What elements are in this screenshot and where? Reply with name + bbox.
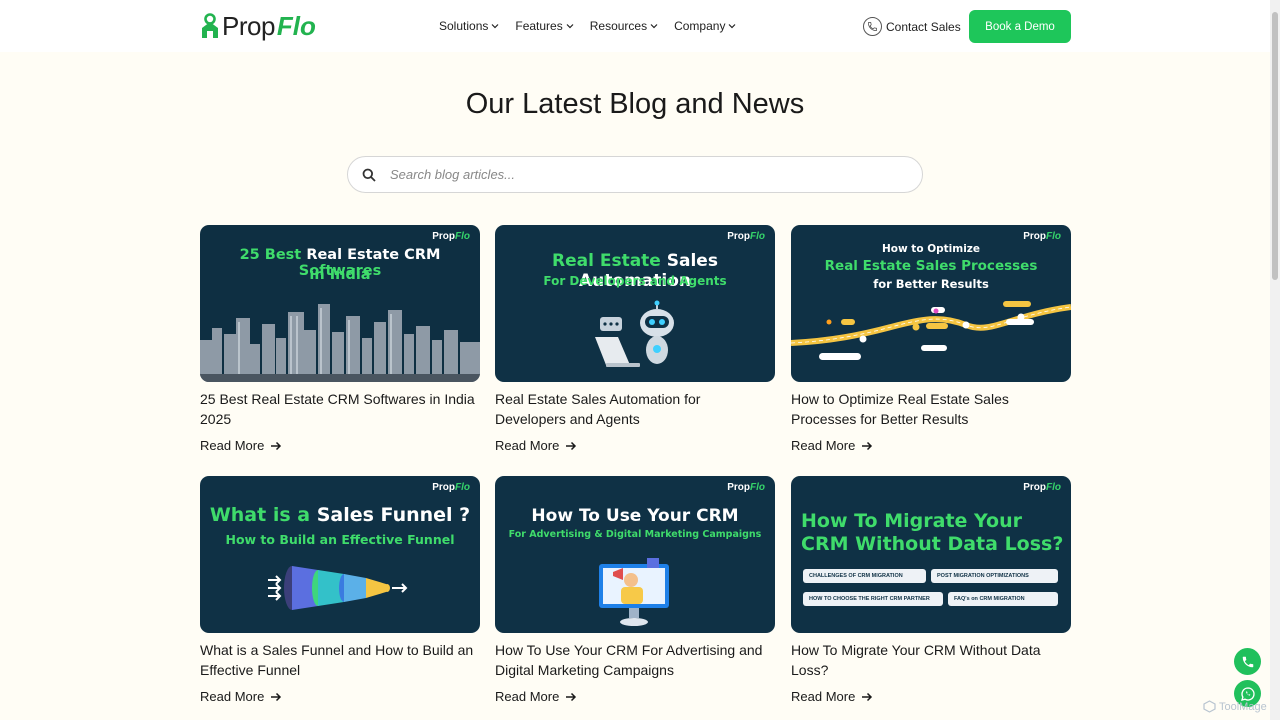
blog-thumbnail[interactable]: PropFlo How To Migrate Your CRM Without … [791, 476, 1071, 633]
blog-title[interactable]: How to Optimize Real Estate Sales Proces… [791, 389, 1071, 429]
propflo-logo[interactable]: Prop Flo [200, 10, 316, 41]
main-menu: Solutions Features Resources Company [439, 19, 736, 33]
city-skyline-illustration [200, 304, 480, 382]
contact-sales-label: Contact Sales [886, 19, 961, 34]
thumb-headline: How To Migrate Your [801, 510, 1022, 532]
call-fab-button[interactable] [1234, 648, 1261, 675]
watermark-text: ToolMage [1219, 700, 1267, 713]
read-more-link[interactable]: Read More [200, 689, 480, 704]
phone-icon [863, 17, 882, 36]
scrollbar-thumb[interactable] [1272, 12, 1278, 280]
read-more-link[interactable]: Read More [791, 438, 1071, 453]
read-more-label: Read More [200, 689, 265, 704]
menu-features[interactable]: Features [515, 19, 574, 33]
menu-resources[interactable]: Resources [590, 19, 658, 33]
read-more-link[interactable]: Read More [495, 689, 775, 704]
blog-title[interactable]: What is a Sales Funnel and How to Build … [200, 640, 480, 680]
blog-thumbnail[interactable]: PropFlo 25 Best Real Estate CRM Software… [200, 225, 480, 382]
blog-title[interactable]: 25 Best Real Estate CRM Softwares in Ind… [200, 389, 480, 429]
arrow-right-icon [566, 441, 577, 450]
thumb-subheadline: For Developers and Agents [543, 274, 727, 288]
thumb-headline-accent: Real Estate Sales Processes [824, 258, 1038, 274]
chevron-down-icon [566, 24, 574, 29]
thumb-brand-logo: PropFlo [727, 231, 765, 242]
funnel-illustration [268, 566, 408, 610]
menu-label: Features [515, 19, 563, 33]
arrow-right-icon [566, 692, 577, 701]
contact-sales-link[interactable]: Contact Sales [863, 17, 961, 36]
search-bar[interactable] [347, 156, 923, 193]
blog-card[interactable]: PropFlo 25 Best Real Estate CRM Software… [200, 225, 480, 453]
menu-label: Resources [589, 19, 648, 33]
page-scrollbar[interactable] [1270, 0, 1280, 720]
read-more-link[interactable]: Read More [200, 438, 480, 453]
watermark: ToolMage [1203, 700, 1267, 713]
watermark-logo-icon [1203, 700, 1216, 713]
arrow-right-icon [862, 692, 873, 701]
thumb-headline-line2: CRM Without Data Loss? [801, 533, 1064, 555]
thumb-subheadline: for Better Results [873, 277, 989, 291]
thumb-brand-logo: PropFlo [1023, 482, 1061, 493]
chevron-down-icon [729, 24, 736, 29]
logo-text-suffix: Flo [276, 10, 316, 41]
thumb-chip: HOW TO CHOOSE THE RIGHT CRM PARTNER [803, 592, 943, 606]
blog-card[interactable]: PropFlo How To Use Your CRM For Advertis… [495, 476, 775, 704]
chevron-down-icon [491, 24, 499, 29]
read-more-label: Read More [200, 438, 265, 453]
menu-company[interactable]: Company [674, 19, 736, 33]
blog-card[interactable]: PropFlo Real Estate Sales Automation For… [495, 225, 775, 453]
read-more-label: Read More [791, 438, 856, 453]
thumb-chip: POST MIGRATION OPTIMIZATIONS [931, 569, 1058, 583]
arrow-right-icon [862, 441, 873, 450]
blog-thumbnail[interactable]: PropFlo How to Optimize Real Estate Sale… [791, 225, 1071, 382]
blog-title[interactable]: How To Migrate Your CRM Without Data Los… [791, 640, 1071, 680]
thumb-subheadline: For Advertising & Digital Marketing Camp… [508, 529, 762, 540]
blog-title[interactable]: Real Estate Sales Automation for Develop… [495, 389, 775, 429]
logo-text-prefix: Prop [222, 10, 275, 41]
menu-label: Solutions [439, 19, 489, 33]
sales-roadmap-illustration [791, 301, 1071, 360]
phone-icon [1242, 656, 1253, 667]
blog-card[interactable]: PropFlo How To Migrate Your CRM Without … [791, 476, 1071, 704]
thumb-headline: How To Use Your CRM [531, 506, 739, 526]
marketing-monitor-illustration [599, 558, 669, 626]
blog-thumbnail[interactable]: PropFlo Real Estate Sales Automation For… [495, 225, 775, 382]
book-demo-button[interactable]: Book a Demo [969, 10, 1071, 43]
read-more-link[interactable]: Read More [791, 689, 1071, 704]
thumb-headline: How to Optimize [881, 243, 981, 255]
thumb-subheadline: How to Build an Effective Funnel [225, 532, 455, 547]
thumb-brand-logo: PropFlo [727, 482, 765, 493]
page-title: Our Latest Blog and News [465, 88, 805, 120]
read-more-label: Read More [495, 438, 560, 453]
read-more-label: Read More [791, 689, 856, 704]
read-more-label: Read More [495, 689, 560, 704]
search-icon [362, 168, 376, 182]
thumb-brand-logo: PropFlo [432, 231, 470, 242]
arrow-right-icon [271, 692, 282, 701]
arrow-right-icon [271, 441, 282, 450]
top-navbar: Prop Flo Solutions Features Resources Com… [0, 0, 1270, 52]
blog-thumbnail[interactable]: PropFlo How To Use Your CRM For Advertis… [495, 476, 775, 633]
thumb-subheadline: in India [309, 267, 371, 283]
thumb-brand-logo: PropFlo [1023, 231, 1061, 242]
blog-title[interactable]: How To Use Your CRM For Advertising and … [495, 640, 775, 680]
blog-card[interactable]: PropFlo What is a Sales Funnel ? How to … [200, 476, 480, 704]
thumb-brand-logo: PropFlo [432, 482, 470, 493]
search-input[interactable] [390, 167, 870, 182]
menu-solutions[interactable]: Solutions [439, 19, 499, 33]
menu-label: Company [674, 19, 726, 33]
robot-laptop-illustration [595, 300, 674, 367]
house-person-icon [202, 13, 218, 38]
thumb-chip: CHALLENGES OF CRM MIGRATION [803, 569, 926, 583]
chevron-down-icon [650, 24, 658, 29]
thumb-headline: What is a Sales Funnel ? [209, 504, 471, 526]
blog-thumbnail[interactable]: PropFlo What is a Sales Funnel ? How to … [200, 476, 480, 633]
read-more-link[interactable]: Read More [495, 438, 775, 453]
thumb-chip: FAQ's on CRM MIGRATION [948, 592, 1058, 606]
blog-card[interactable]: PropFlo How to Optimize Real Estate Sale… [791, 225, 1071, 453]
